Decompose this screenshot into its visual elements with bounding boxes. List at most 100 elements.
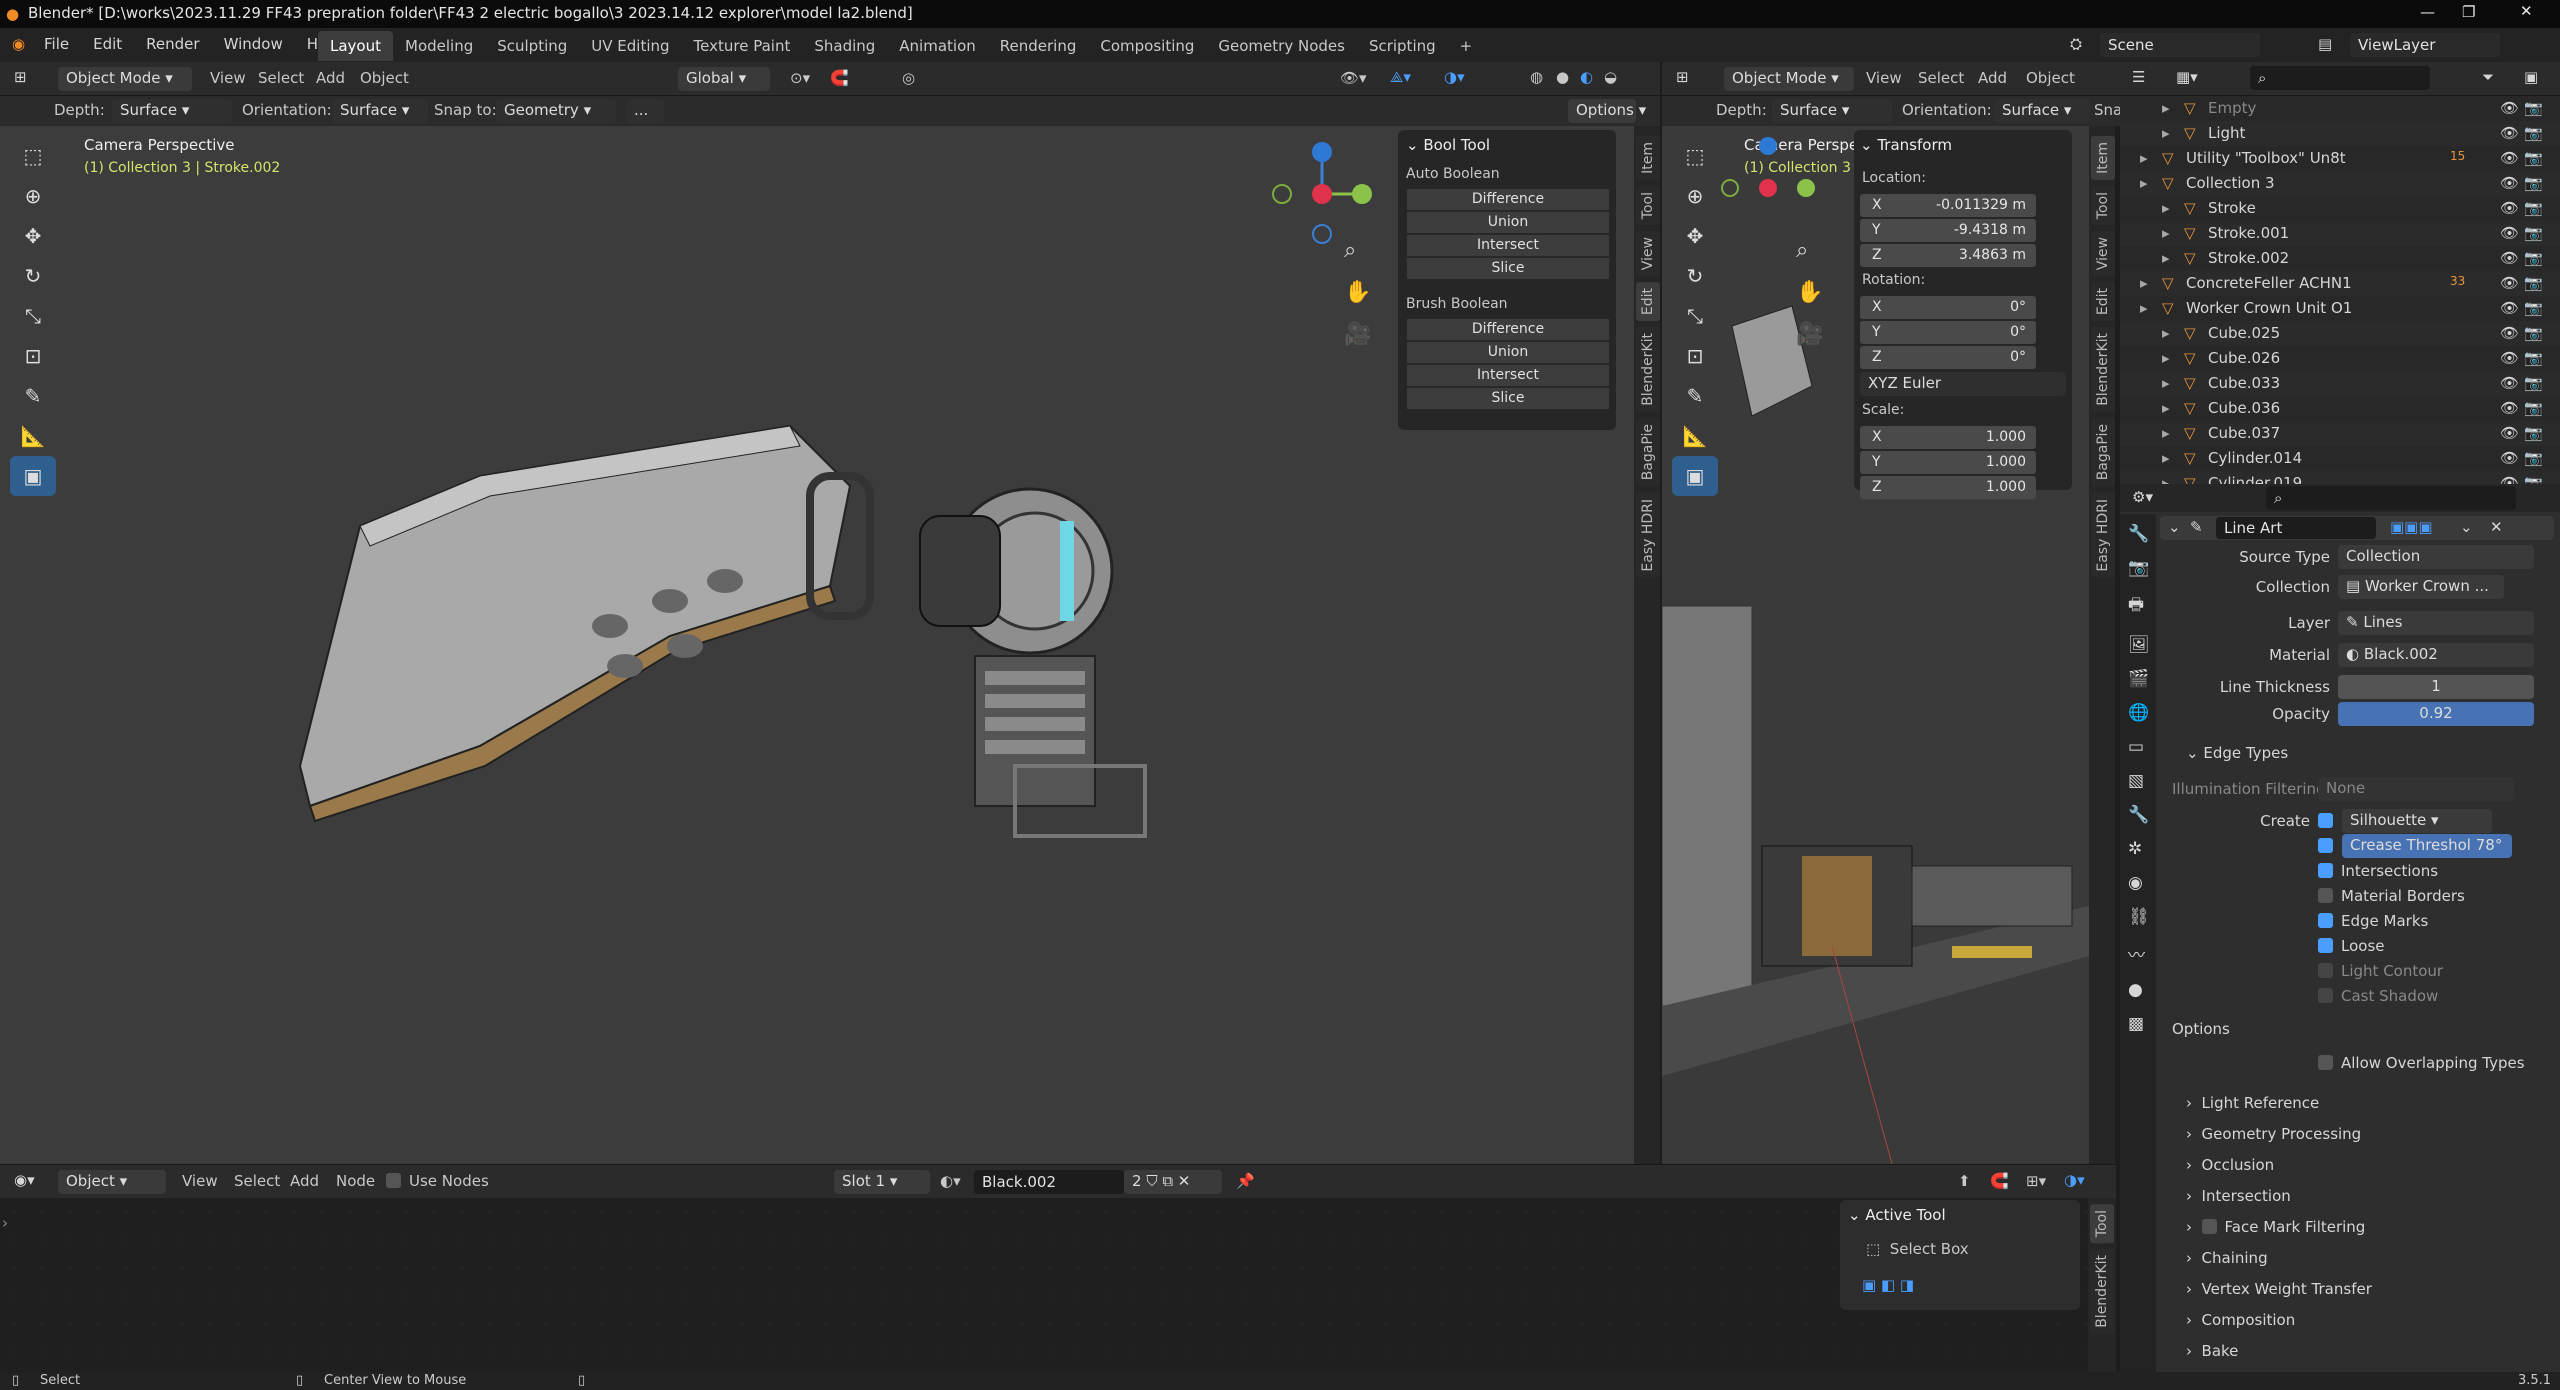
x-axis-icon[interactable] xyxy=(1312,184,1332,204)
expand-arrow-icon[interactable]: ▸ xyxy=(2162,249,2170,267)
expand-arrow-icon[interactable]: ▸ xyxy=(2162,349,2170,367)
material-field[interactable]: ◐ Black.002 xyxy=(2338,643,2534,667)
vp2-menu-view[interactable]: View xyxy=(1866,69,1902,87)
material-browse-icon[interactable]: ◐▾ xyxy=(940,1172,961,1190)
bool-tool-title[interactable]: ⌄ Bool Tool xyxy=(1406,136,1490,154)
vp2-tab-view[interactable]: View xyxy=(2091,231,2115,277)
collapsed-section-header[interactable]: › Bake xyxy=(2186,1342,2238,1360)
checkbox-icon[interactable] xyxy=(2318,888,2333,903)
material-users[interactable]: 2 ⛉ ⧉ ✕ xyxy=(1124,1170,1222,1194)
visibility-eye-icon[interactable]: 👁 xyxy=(2500,149,2519,167)
outliner-row[interactable]: ▸ ▽ Empty 👁 📷 xyxy=(2120,96,2560,121)
view-layer-tab-icon[interactable]: 🖼 xyxy=(2128,635,2150,655)
shading-solid-icon[interactable]: ● xyxy=(1556,68,1569,86)
add-cube-tool-icon[interactable]: ▣ xyxy=(10,456,56,496)
world-tab-icon[interactable]: 🌐 xyxy=(2128,703,2149,723)
render-camera-icon[interactable]: 📷 xyxy=(2524,249,2543,267)
outliner-item-name[interactable]: Worker Crown Unit O1 xyxy=(2186,299,2352,317)
visibility-eye-icon[interactable]: 👁 xyxy=(2500,324,2519,342)
visibility-eye-icon[interactable]: 👁 xyxy=(2500,174,2519,192)
rotate-tool-icon[interactable]: ↻ xyxy=(10,256,56,296)
use-nodes-check-icon[interactable] xyxy=(386,1173,401,1188)
constraints-tab-icon[interactable]: ⛓ xyxy=(2128,907,2150,927)
zoom-icon[interactable]: ⌕ xyxy=(1344,238,1356,263)
shader-material-field[interactable]: Black.002 xyxy=(974,1170,1124,1194)
brush-slice-button[interactable]: Slice xyxy=(1406,387,1610,410)
checkbox-icon[interactable] xyxy=(2318,863,2333,878)
edge-type-checkbox[interactable]: Loose xyxy=(2318,937,2385,955)
vp-menu-view[interactable]: View xyxy=(210,69,246,87)
vp-menu-add[interactable]: Add xyxy=(316,69,345,87)
modifier-menu-icon[interactable]: ⌄ xyxy=(2460,518,2473,536)
source-type-dropdown[interactable]: Collection xyxy=(2338,545,2534,569)
menu-window[interactable]: Window xyxy=(224,35,283,53)
collapsed-section-header[interactable]: › Vertex Weight Transfer xyxy=(2186,1280,2372,1298)
line-thickness-field[interactable]: 1 xyxy=(2338,675,2534,699)
outliner-item-name[interactable]: Stroke.001 xyxy=(2208,224,2289,242)
tab-texture-paint[interactable]: Texture Paint xyxy=(682,31,803,61)
opacity-slider[interactable]: 0.92 xyxy=(2338,702,2534,726)
transform-title[interactable]: ⌄ Transform xyxy=(1860,136,1952,154)
crease-threshold-field[interactable]: Crease Threshol 78° xyxy=(2342,834,2512,858)
vp2-tab-item[interactable]: Item xyxy=(2091,136,2115,180)
auto-intersect-button[interactable]: Intersect xyxy=(1406,234,1610,257)
properties-search[interactable]: ⌕ xyxy=(2266,486,2516,510)
illumination-filtering-dropdown[interactable]: None xyxy=(2318,777,2514,801)
render-camera-icon[interactable]: 📷 xyxy=(2524,124,2543,142)
collapsed-section-header[interactable]: › Composition xyxy=(2186,1311,2295,1329)
render-camera-icon[interactable]: 📷 xyxy=(2524,424,2543,442)
render-camera-icon[interactable]: 📷 xyxy=(2524,274,2543,292)
shader-editor-type-icon[interactable]: ◉▾ xyxy=(14,1171,35,1189)
brush-intersect-button[interactable]: Intersect xyxy=(1406,364,1610,387)
expand-arrow-icon[interactable]: ▸ xyxy=(2162,424,2170,442)
crease-check-icon[interactable] xyxy=(2318,838,2333,853)
modifier-name-field[interactable]: Line Art xyxy=(2216,517,2376,539)
texture-tab-icon[interactable]: ▩ xyxy=(2128,1014,2148,1034)
move-tool-icon[interactable]: ✥ xyxy=(10,216,56,256)
data-tab-icon[interactable]: 〰 xyxy=(2128,941,2148,966)
use-nodes-checkbox[interactable]: Use Nodes xyxy=(386,1172,489,1190)
gizmo-icon[interactable]: ⟁▾ xyxy=(1390,68,1411,86)
visibility-eye-icon[interactable]: 👁 xyxy=(2500,424,2519,442)
outliner-editor-icon[interactable]: ☰ xyxy=(2132,68,2145,86)
visibility-eye-icon[interactable]: 👁 xyxy=(2500,449,2519,467)
modifier-collapse-icon[interactable]: ⌄ xyxy=(2168,518,2181,536)
outliner-row[interactable]: ▸ ▽ Utility "Toolbox" Un8t 15 👁 📷 xyxy=(2120,146,2560,171)
outliner-row[interactable]: ▸ ▽ Cylinder.014 👁 📷 xyxy=(2120,446,2560,471)
shader-menu-add[interactable]: Add xyxy=(290,1172,319,1190)
vp2-tab-bagapie[interactable]: BagaPie xyxy=(2091,418,2115,487)
tab-item[interactable]: Item xyxy=(1636,136,1660,180)
render-camera-icon[interactable]: 📷 xyxy=(2524,299,2543,317)
outliner-row[interactable]: ▸ ▽ Stroke.002 👁 📷 xyxy=(2120,246,2560,271)
edge-types-header[interactable]: ⌄ Edge Types xyxy=(2186,744,2288,762)
render-tab-icon[interactable]: 📷 xyxy=(2128,558,2149,578)
select-mode-icons[interactable]: ▣ ◧ ◨ xyxy=(1862,1276,1914,1294)
close-window-icon[interactable]: ✕ xyxy=(2520,2,2533,20)
render-camera-icon[interactable]: 📷 xyxy=(2524,174,2543,192)
options-dropdown[interactable]: Options ▾ xyxy=(1568,99,1646,123)
outliner-row[interactable]: ▸ ▽ Cube.036 👁 📷 xyxy=(2120,396,2560,421)
snap-icon[interactable]: 🧲 xyxy=(830,69,849,87)
cursor-tool-icon[interactable]: ⊕ xyxy=(10,176,56,216)
collapsed-section-header[interactable]: › Face Mark Filtering xyxy=(2186,1218,2365,1236)
render-camera-icon[interactable]: 📷 xyxy=(2524,99,2543,117)
tab-scripting[interactable]: Scripting xyxy=(1357,31,1448,61)
outliner-row[interactable]: ▸ ▽ Light 👁 📷 xyxy=(2120,121,2560,146)
view-layer-icon[interactable]: ▤ xyxy=(2318,35,2332,53)
checkbox-icon[interactable] xyxy=(2318,963,2333,978)
outliner-row[interactable]: ▸ ▽ Worker Crown Unit O1 👁 📷 xyxy=(2120,296,2560,321)
checkbox-icon[interactable] xyxy=(2318,988,2333,1003)
particles-tab-icon[interactable]: ✲ xyxy=(2128,839,2148,859)
expand-arrow-icon[interactable]: ▸ xyxy=(2162,399,2170,417)
orientation-dropdown[interactable]: Surface ▾ xyxy=(332,99,428,123)
render-camera-icon[interactable]: 📷 xyxy=(2524,374,2543,392)
render-camera-icon[interactable]: 📷 xyxy=(2524,324,2543,342)
camera-view-icon[interactable]: 🎥 xyxy=(1344,322,1371,347)
proportional-edit-icon[interactable]: ◎ xyxy=(902,69,915,87)
vp2-menu-select[interactable]: Select xyxy=(1918,69,1964,87)
visibility-eye-icon[interactable]: 👁 xyxy=(2500,199,2519,217)
collapsed-section-header[interactable]: › Intersection xyxy=(2186,1187,2291,1205)
active-tool-title[interactable]: ⌄ Active Tool xyxy=(1848,1206,1946,1224)
scale-z-field[interactable]: Z 1.000 xyxy=(1860,476,2036,499)
depth-dropdown[interactable]: Surface ▾ xyxy=(112,99,232,123)
